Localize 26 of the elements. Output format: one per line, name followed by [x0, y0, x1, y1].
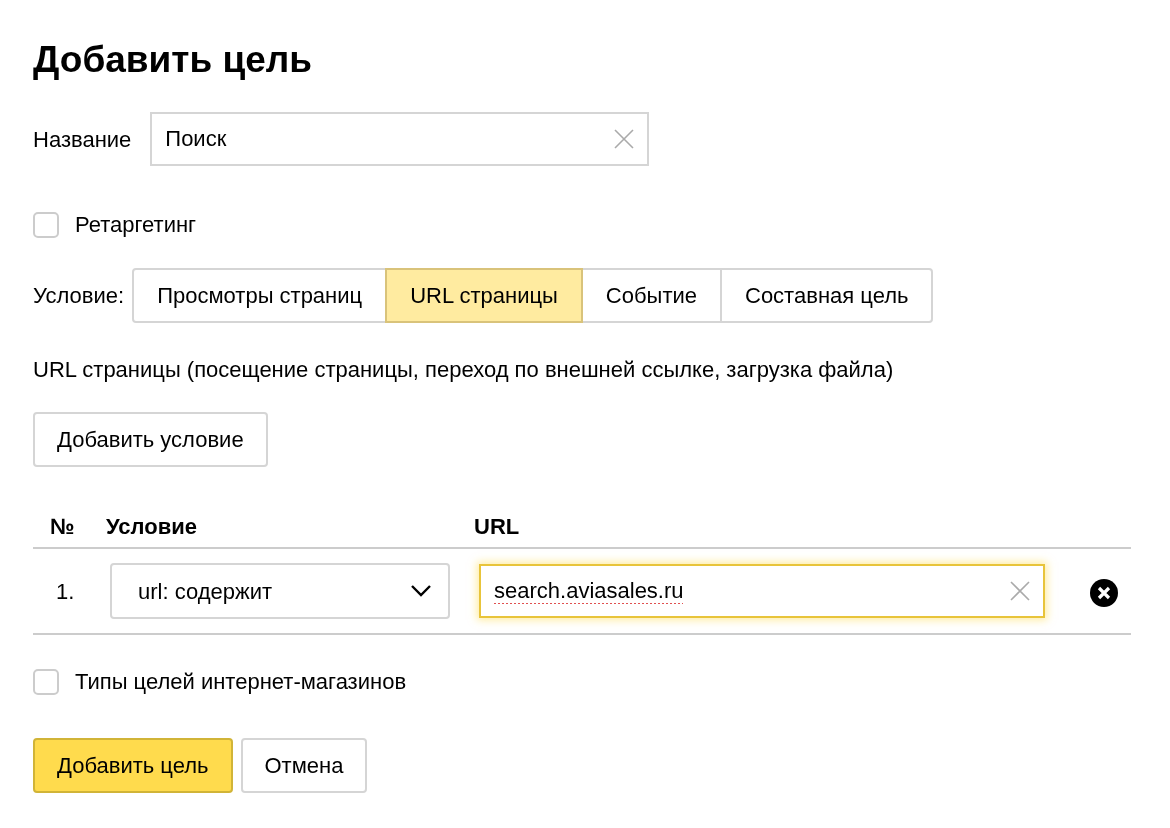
column-header: URL [474, 513, 520, 539]
row-number: 1. [56, 578, 75, 604]
condition-tab[interactable]: Составная цель [720, 268, 934, 324]
add-condition-button[interactable]: Добавить условие [33, 412, 268, 468]
condition-tab[interactable]: Просмотры страниц [132, 268, 388, 324]
column-header: Условие [106, 513, 197, 539]
dialog-title: Добавить цель [33, 38, 314, 82]
condition-tab[interactable]: URL страницы [385, 268, 583, 324]
url-field[interactable]: search.aviasales.ru [479, 564, 1045, 619]
clear-icon[interactable] [613, 128, 636, 151]
name-field[interactable]: Поиск [150, 112, 650, 167]
condition-tab[interactable]: Событие [580, 268, 722, 324]
checkbox-label: Типы целей интернет-магазинов [75, 668, 407, 697]
cancel-button[interactable]: Отмена [240, 738, 368, 794]
column-header: № [50, 513, 75, 539]
description-text: URL страницы (посещение страницы, переход по внешней ссылке, загрузка файла) [33, 356, 895, 385]
add-goal-button[interactable]: Добавить цель [33, 738, 233, 794]
chevron-down-icon [410, 584, 432, 599]
clear-icon[interactable] [1009, 580, 1031, 603]
remove-icon[interactable] [1090, 579, 1118, 607]
condition-dropdown[interactable]: url: содержит [110, 563, 450, 620]
shop-goals-checkbox[interactable] [33, 668, 59, 695]
retargeting-checkbox[interactable] [33, 211, 59, 238]
field-label: Условие: [33, 282, 125, 311]
checkbox-label: Ретаргетинг [75, 211, 197, 240]
field-label: Название [33, 125, 132, 154]
